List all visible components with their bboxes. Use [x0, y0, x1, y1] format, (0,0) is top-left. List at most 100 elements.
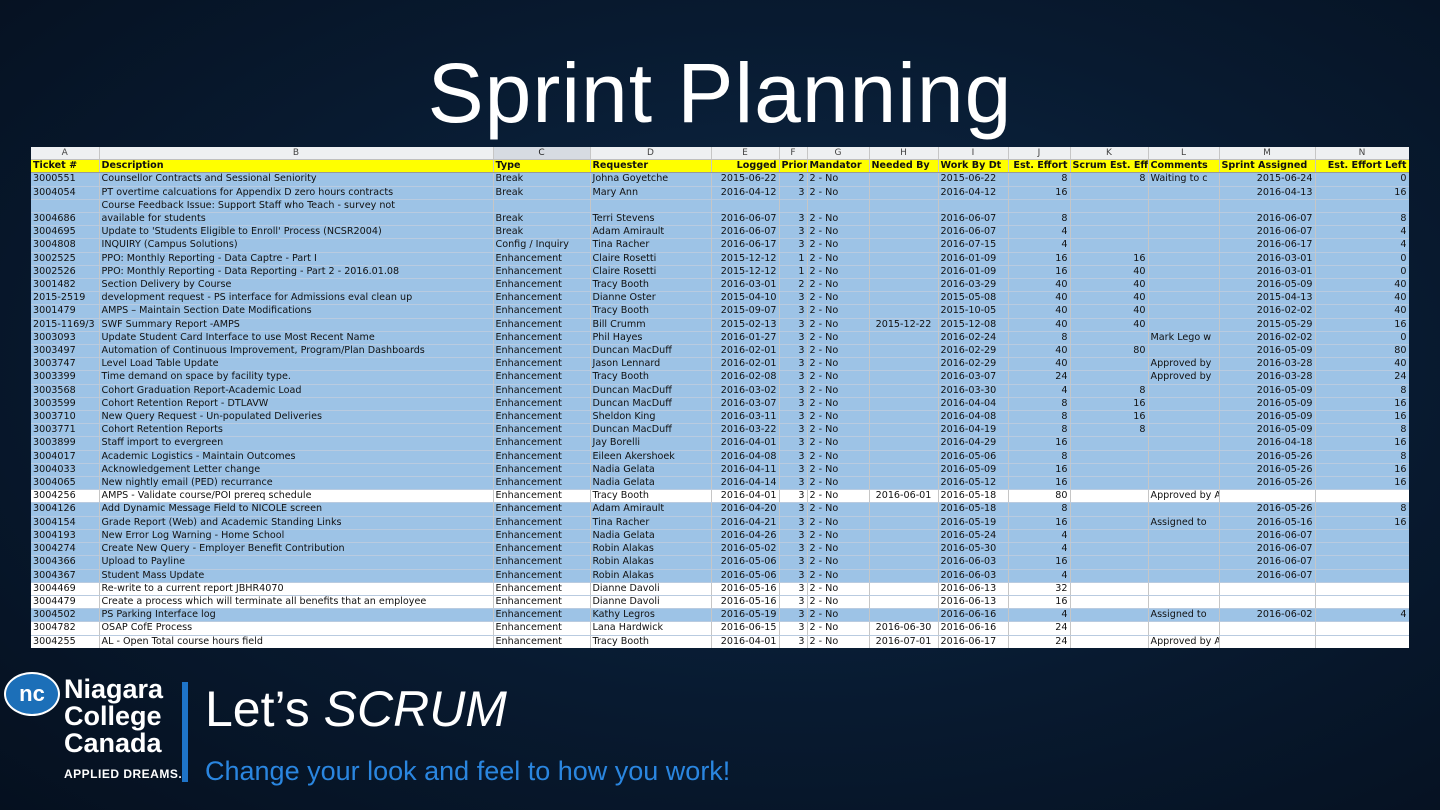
cell-priority[interactable]: 3	[779, 384, 808, 398]
cell-comments[interactable]	[1148, 318, 1220, 332]
cell-needed-by[interactable]	[869, 582, 939, 596]
cell-work-by[interactable]: 2016-07-15	[938, 238, 1009, 253]
table-row[interactable]: 3004256 AMPS - Validate course/POI prereq…	[31, 489, 1409, 504]
cell-scrum-est[interactable]: 16	[1070, 397, 1149, 412]
cell-mandatory[interactable]: 2 - No	[807, 569, 870, 583]
cell-type[interactable]: Break	[493, 186, 591, 200]
cell-requester[interactable]: Tina Racher	[590, 516, 712, 530]
cell-est-effort[interactable]: 24	[1008, 621, 1071, 636]
cell-type[interactable]: Break	[493, 172, 591, 187]
cell-sprint-assigned[interactable]: 2015-05-29	[1219, 318, 1316, 332]
cell-description[interactable]: New Error Log Warning - Home School	[99, 529, 494, 544]
cell-mandatory[interactable]: 2 - No	[807, 463, 870, 478]
cell-logged[interactable]: 2015-02-13	[711, 318, 780, 332]
cell-effort-left[interactable]: 40	[1315, 357, 1409, 372]
cell-description[interactable]: PPO: Monthly Reporting - Data Captre - P…	[99, 252, 494, 266]
cell-requester[interactable]: Eileen Akershoek	[590, 450, 712, 464]
cell-priority[interactable]: 3	[779, 410, 808, 425]
cell-scrum-est[interactable]	[1070, 608, 1149, 623]
cell-scrum-est[interactable]: 40	[1070, 304, 1149, 319]
cell-est-effort[interactable]: 40	[1008, 291, 1071, 306]
cell-logged[interactable]: 2016-02-01	[711, 344, 780, 359]
column-letter-a[interactable]: A	[31, 147, 100, 161]
cell-type[interactable]: Enhancement	[493, 476, 591, 491]
cell-description[interactable]: Acknowledgement Letter change	[99, 463, 494, 478]
cell-ticket[interactable]: 3004126	[31, 502, 100, 517]
table-row[interactable]: 3004255 AL - Open Total course hours fiel…	[31, 635, 1409, 648]
cell-needed-by[interactable]	[869, 199, 939, 214]
cell-effort-left[interactable]: 8	[1315, 212, 1409, 227]
cell-needed-by[interactable]	[869, 476, 939, 491]
cell-logged[interactable]: 2016-05-02	[711, 542, 780, 557]
cell-type[interactable]: Enhancement	[493, 397, 591, 412]
cell-requester[interactable]: Nadia Gelata	[590, 463, 712, 478]
cell-requester[interactable]: Duncan MacDuff	[590, 344, 712, 359]
cell-est-effort[interactable]: 8	[1008, 397, 1071, 412]
cell-comments[interactable]	[1148, 252, 1220, 266]
cell-comments[interactable]	[1148, 410, 1220, 425]
cell-est-effort[interactable]: 4	[1008, 225, 1071, 240]
table-row[interactable]: 3003399 Time demand on space by facility …	[31, 370, 1409, 385]
column-letter-i[interactable]: I	[938, 147, 1009, 161]
cell-requester[interactable]: Tina Racher	[590, 238, 712, 253]
cell-comments[interactable]: Mark Lego w	[1148, 331, 1220, 346]
cell-logged[interactable]	[711, 199, 780, 214]
cell-effort-left[interactable]	[1315, 635, 1409, 648]
cell-requester[interactable]: Tracy Booth	[590, 489, 712, 504]
table-row[interactable]: 3004054 PT overtime calcuations for Appen…	[31, 186, 1409, 200]
cell-mandatory[interactable]: 2 - No	[807, 529, 870, 544]
table-row[interactable]: 3000551 Counsellor Contracts and Sessiona…	[31, 172, 1409, 187]
cell-scrum-est[interactable]: 40	[1070, 318, 1149, 332]
cell-effort-left[interactable]: 0	[1315, 252, 1409, 266]
cell-description[interactable]: AMPS – Maintain Section Date Modificatio…	[99, 304, 494, 319]
cell-logged[interactable]: 2016-04-14	[711, 476, 780, 491]
cell-priority[interactable]: 2	[779, 278, 808, 293]
header-effort-left[interactable]: Est. Effort Left	[1315, 159, 1409, 174]
cell-requester[interactable]: Mary Ann	[590, 186, 712, 200]
header-type[interactable]: Type	[493, 159, 591, 174]
cell-work-by[interactable]	[938, 199, 1009, 214]
cell-needed-by[interactable]	[869, 344, 939, 359]
cell-priority[interactable]: 3	[779, 344, 808, 359]
cell-type[interactable]: Enhancement	[493, 463, 591, 478]
cell-needed-by[interactable]	[869, 450, 939, 464]
cell-description[interactable]: Cohort Graduation Report-Academic Load	[99, 384, 494, 398]
table-row[interactable]: 3001479 AMPS – Maintain Section Date Modi…	[31, 304, 1409, 319]
cell-ticket[interactable]: 3003771	[31, 423, 100, 438]
cell-sprint-assigned[interactable]: 2016-06-07	[1219, 529, 1316, 544]
cell-scrum-est[interactable]	[1070, 370, 1149, 385]
cell-requester[interactable]: Robin Alakas	[590, 555, 712, 570]
cell-effort-left[interactable]: 16	[1315, 476, 1409, 491]
header-requester[interactable]: Requester	[590, 159, 712, 174]
cell-comments[interactable]	[1148, 186, 1220, 200]
cell-sprint-assigned[interactable]: 2016-02-02	[1219, 304, 1316, 319]
header-sprint-assigned[interactable]: Sprint Assigned	[1219, 159, 1316, 174]
cell-priority[interactable]: 3	[779, 212, 808, 227]
column-letter-c[interactable]: C	[493, 147, 591, 161]
cell-description[interactable]: Add Dynamic Message Field to NICOLE scre…	[99, 502, 494, 517]
cell-logged[interactable]: 2015-09-07	[711, 304, 780, 319]
cell-scrum-est[interactable]	[1070, 463, 1149, 478]
cell-priority[interactable]: 1	[779, 252, 808, 266]
cell-priority[interactable]: 3	[779, 238, 808, 253]
table-row[interactable]: 3002526 PPO: Monthly Reporting - Data Rep…	[31, 265, 1409, 280]
cell-effort-left[interactable]	[1315, 569, 1409, 583]
cell-est-effort[interactable]: 4	[1008, 529, 1071, 544]
cell-effort-left[interactable]: 0	[1315, 331, 1409, 346]
cell-requester[interactable]: Sheldon King	[590, 410, 712, 425]
cell-mandatory[interactable]: 2 - No	[807, 516, 870, 530]
cell-scrum-est[interactable]	[1070, 331, 1149, 346]
table-row[interactable]: 3004469 Re-write to a current report JBHR…	[31, 582, 1409, 596]
column-letter-d[interactable]: D	[590, 147, 712, 161]
cell-description[interactable]: available for students	[99, 212, 494, 227]
cell-est-effort[interactable]: 40	[1008, 344, 1071, 359]
cell-type[interactable]: Enhancement	[493, 450, 591, 464]
cell-work-by[interactable]: 2016-05-12	[938, 476, 1009, 491]
cell-scrum-est[interactable]	[1070, 186, 1149, 200]
cell-ticket[interactable]: 3003747	[31, 357, 100, 372]
cell-mandatory[interactable]: 2 - No	[807, 423, 870, 438]
cell-requester[interactable]: Duncan MacDuff	[590, 423, 712, 438]
table-row[interactable]: 3003497 Automation of Continuous Improvem…	[31, 344, 1409, 359]
table-row[interactable]: 3003093 Update Student Card Interface to …	[31, 331, 1409, 346]
cell-mandatory[interactable]: 2 - No	[807, 397, 870, 412]
